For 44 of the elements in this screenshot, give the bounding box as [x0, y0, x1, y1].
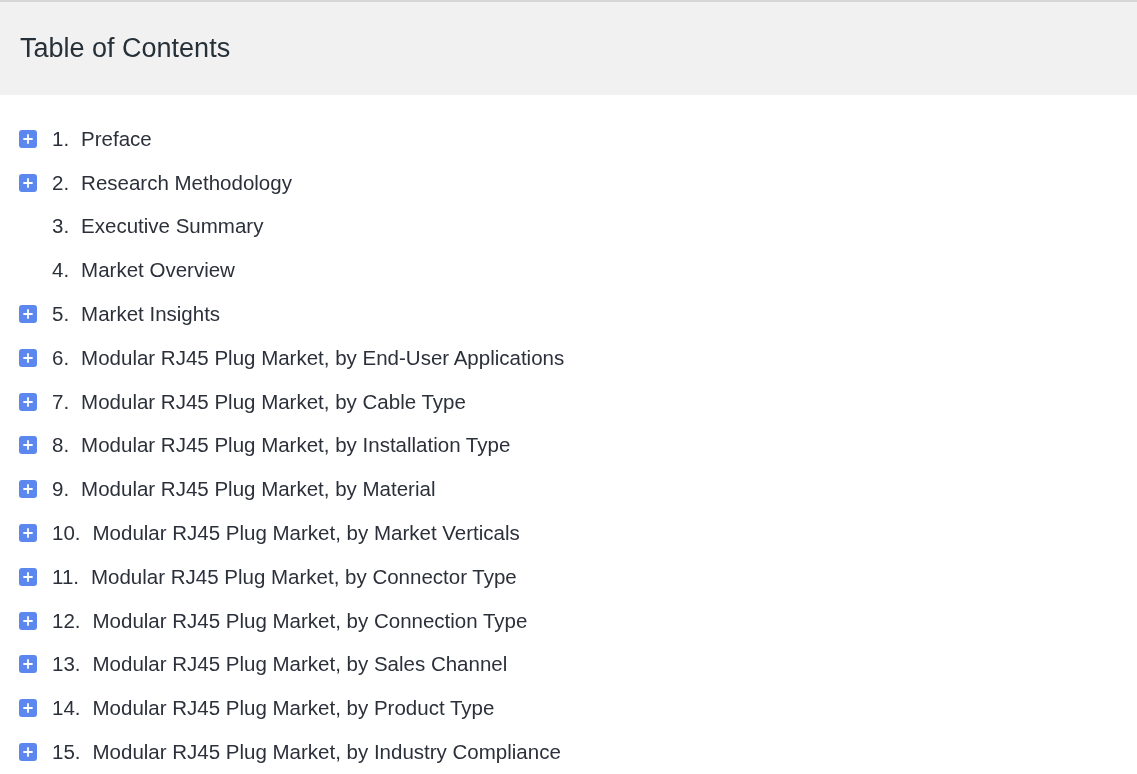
expand-plus-icon[interactable] — [19, 567, 37, 586]
expand-plus-icon[interactable] — [19, 392, 37, 411]
expand-plus-icon[interactable] — [19, 524, 37, 543]
section-number: 1. — [52, 126, 70, 151]
section-number: 3. — [52, 214, 70, 239]
expand-plus-icon[interactable] — [19, 305, 37, 324]
expand-plus-icon[interactable] — [19, 129, 37, 148]
section-link[interactable]: Modular RJ45 Plug Market, by Market Verticals — [92, 521, 520, 546]
section-link[interactable]: Preface — [81, 126, 152, 151]
section-link[interactable]: Modular RJ45 Plug Market, by Sales Channel — [92, 652, 508, 677]
section-number: 6. — [52, 345, 70, 370]
section-number: 10. — [52, 521, 81, 546]
section-number: 11. — [52, 564, 79, 589]
expand-plus-icon[interactable] — [19, 348, 37, 367]
expand-plus-icon[interactable] — [19, 480, 37, 499]
section-number: 8. — [52, 433, 70, 458]
section-link[interactable]: Market Overview — [81, 258, 235, 283]
section-number: 7. — [52, 389, 70, 414]
section-link[interactable]: Research Methodology — [81, 170, 292, 195]
expand-plus-icon[interactable] — [19, 173, 37, 192]
page-title: Table of Contents — [20, 33, 231, 64]
section-link[interactable]: Modular RJ45 Plug Market, by End-User Applications — [81, 345, 565, 370]
section-link[interactable]: Modular RJ45 Plug Market, by Connector Type — [91, 564, 517, 589]
section-number: 14. — [52, 696, 81, 721]
section-link[interactable]: Modular RJ45 Plug Market, by Connection Type — [92, 608, 528, 633]
expand-plus-icon[interactable] — [19, 743, 37, 762]
section-number: 5. — [52, 302, 70, 327]
section-link[interactable]: Modular RJ45 Plug Market, by Industry Compliance — [92, 740, 561, 765]
section-link[interactable]: Modular RJ45 Plug Market, by Material — [81, 477, 436, 502]
section-number: 13. — [52, 652, 81, 677]
section-link[interactable]: Market Insights — [81, 302, 221, 327]
expand-plus-icon[interactable] — [19, 436, 37, 455]
section-number: 4. — [52, 258, 70, 283]
section-number: 2. — [52, 170, 70, 195]
section-link[interactable]: Executive Summary — [81, 214, 264, 239]
section-link[interactable]: Modular RJ45 Plug Market, by Installation Type — [81, 433, 511, 458]
expand-plus-icon[interactable] — [19, 611, 37, 630]
section-number: 12. — [52, 608, 81, 633]
section-number: 9. — [52, 477, 70, 502]
section-link[interactable]: Modular RJ45 Plug Market, by Product Type — [92, 696, 495, 721]
section-link[interactable]: Modular RJ45 Plug Market, by Cable Type — [81, 389, 466, 414]
section-number: 15. — [52, 740, 81, 765]
expand-plus-icon[interactable] — [19, 655, 37, 674]
expand-plus-icon[interactable] — [19, 699, 37, 718]
